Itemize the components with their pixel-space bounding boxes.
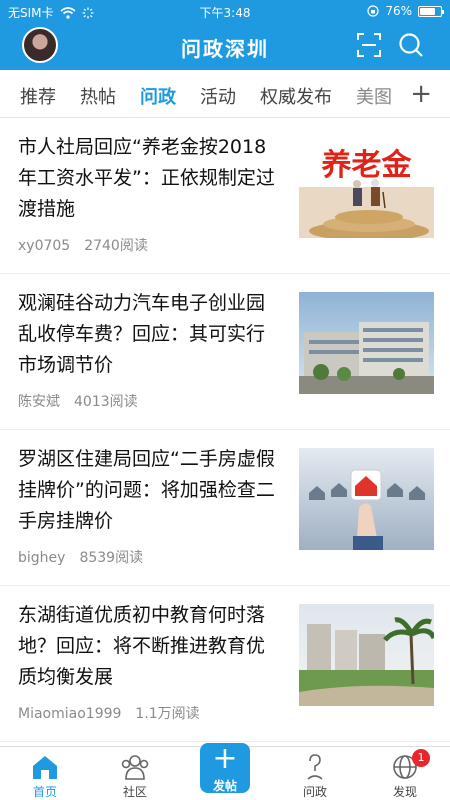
battery-percent: 76%: [385, 4, 412, 18]
tab-post[interactable]: + 发帖: [180, 741, 270, 800]
tab-gallery[interactable]: 美图: [356, 83, 392, 109]
article-title[interactable]: 东湖街道优质初中教育何时落地？回应：将不断推进教育优质均衡发展: [18, 600, 280, 693]
article-meta: xy0705 2740阅读: [18, 235, 148, 255]
plus-icon: +: [212, 741, 238, 776]
article-thumbnail[interactable]: [299, 604, 434, 706]
article-meta: bighey 8539阅读: [18, 547, 143, 567]
app-title: 问政深圳: [181, 37, 269, 61]
question-mark-icon: [307, 754, 323, 780]
tab-wenzheng-label: 问政: [302, 785, 327, 799]
scan-icon[interactable]: [356, 32, 382, 58]
article-title[interactable]: 罗湖区住建局回应“二手房虚假挂牌价”的问题：将加强检查二手房挂牌价: [18, 444, 280, 537]
elderly-couple-figure: [309, 179, 429, 238]
article-thumbnail[interactable]: [299, 448, 434, 550]
article-reads: 2740阅读: [84, 238, 148, 254]
campus-photo: [299, 617, 434, 706]
header-bar: 无SIM卡 下午3:48 76% 问政深圳: [0, 0, 450, 70]
article-author: xy0705: [18, 238, 71, 254]
tab-hot[interactable]: 热帖: [80, 83, 116, 109]
search-icon[interactable]: [398, 32, 424, 58]
article-item[interactable]: 罗湖区住建局回应“二手房虚假挂牌价”的问题：将加强检查二手房挂牌价 bighey…: [0, 430, 450, 586]
post-button-label: 发帖: [212, 779, 237, 793]
article-author: Miaomiao1999: [18, 706, 122, 722]
notification-badge: 1: [412, 749, 430, 767]
orientation-lock-icon: [367, 5, 379, 17]
status-bar: 无SIM卡 下午3:48 76%: [0, 0, 450, 22]
community-icon: [121, 755, 149, 780]
article-item[interactable]: 观澜硅谷动力汽车电子创业园乱收停车费？回应：其可实行市场调节价 陈安斌 4013阅…: [0, 274, 450, 430]
home-icon: [33, 756, 57, 779]
bottom-tab-bar: 首页 社区 + 发帖 问政 1 发现: [0, 741, 450, 800]
tab-discover[interactable]: 1 发现: [360, 747, 450, 800]
tab-wenzheng-nav[interactable]: 问政: [270, 747, 360, 800]
channel-tabs: 推荐 热帖 问政 活动 权威发布 美图 +: [0, 70, 450, 118]
article-thumbnail[interactable]: [299, 292, 434, 394]
battery-fill: [420, 7, 436, 15]
tab-wenzheng[interactable]: 问政: [140, 83, 176, 109]
article-title[interactable]: 观澜硅谷动力汽车电子创业园乱收停车费？回应：其可实行市场调节价: [18, 288, 280, 381]
tab-home-label: 首页: [32, 785, 57, 799]
article-reads: 1.1万阅读: [135, 706, 200, 722]
tab-official[interactable]: 权威发布: [260, 83, 332, 109]
status-right: 76%: [367, 4, 444, 18]
tab-community-label: 社区: [122, 785, 147, 799]
article-author: 陈安斌: [18, 394, 60, 410]
industrial-park-photo: [299, 322, 434, 394]
article-meta: Miaomiao1999 1.1万阅读: [18, 703, 200, 723]
tab-home[interactable]: 首页: [0, 747, 90, 800]
app-screen: 无SIM卡 下午3:48 76% 问政深圳 推荐 热帖 问政 活动 权威发布 美…: [0, 0, 450, 800]
article-title[interactable]: 市人社局回应“养老金按2018年工资水平发”：正依规制定过渡措施: [18, 132, 280, 225]
battery-icon: [418, 5, 444, 17]
article-reads: 8539阅读: [79, 550, 144, 566]
house-selection-photo: [309, 469, 425, 550]
article-thumbnail[interactable]: 养老金: [299, 136, 434, 238]
article-item[interactable]: 东湖街道优质初中教育何时落地？回应：将不断推进教育优质均衡发展 Miaomiao…: [0, 586, 450, 742]
article-meta: 陈安斌 4013阅读: [18, 391, 138, 411]
tab-community[interactable]: 社区: [90, 747, 180, 800]
tab-recommend[interactable]: 推荐: [20, 83, 56, 109]
article-author: bighey: [18, 550, 66, 566]
add-channel-button[interactable]: +: [410, 79, 432, 109]
post-button[interactable]: + 发帖: [200, 741, 250, 793]
article-reads: 4013阅读: [74, 394, 138, 410]
tab-discover-label: 发现: [392, 785, 417, 799]
article-item[interactable]: 市人社局回应“养老金按2018年工资水平发”：正依规制定过渡措施 xy0705 2…: [0, 118, 450, 274]
tab-activities[interactable]: 活动: [200, 83, 236, 109]
